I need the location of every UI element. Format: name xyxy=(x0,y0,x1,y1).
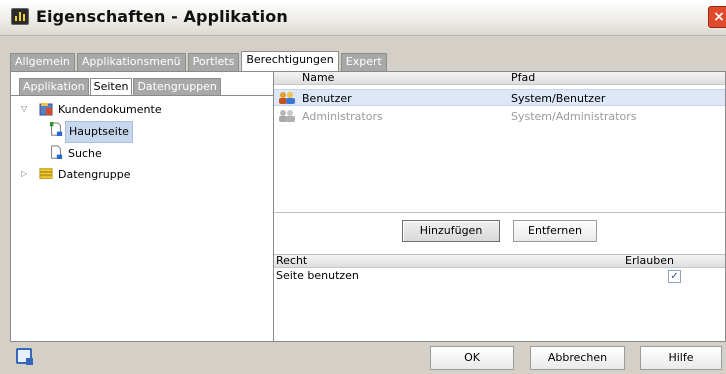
add-button[interactable]: Hinzufügen xyxy=(402,220,500,242)
help-button[interactable]: Hilfe xyxy=(640,346,722,370)
sub-tabstrip: Applikation Seiten Datengruppen xyxy=(19,78,222,95)
main-tabstrip: Allgemein Applikationsmenü Portlets Bere… xyxy=(10,51,389,71)
user-group-icon xyxy=(279,110,295,122)
member-row-benutzer[interactable]: Benutzer System/Benutzer xyxy=(274,89,725,106)
user-group-icon xyxy=(279,92,295,104)
window-icon[interactable] xyxy=(16,348,33,365)
allow-checkbox[interactable]: ✓ xyxy=(668,270,681,283)
tree-item-datengruppe[interactable]: ▷ Datengruppe xyxy=(17,165,217,183)
title-bar: Eigenschaften - Applikation × xyxy=(0,0,726,36)
member-name: Benutzer xyxy=(302,92,352,105)
subtab-applikation[interactable]: Applikation xyxy=(19,78,89,95)
rights-header: Recht Erlauben xyxy=(274,255,725,268)
tree-label: Suche xyxy=(68,147,102,160)
cancel-button[interactable]: Abbrechen xyxy=(530,346,625,370)
tab-applikationsmenue[interactable]: Applikationsmenü xyxy=(76,53,186,71)
permissions-pane: Name Pfad Benutzer System/Benutzer Admin… xyxy=(274,72,725,341)
tab-expert[interactable]: Expert xyxy=(340,53,387,71)
tree-label: Datengruppe xyxy=(58,168,131,181)
column-header-recht[interactable]: Recht xyxy=(276,255,307,267)
members-header: Name Pfad xyxy=(274,72,725,85)
rights-table: Recht Erlauben Seite benutzen ✓ xyxy=(274,254,725,341)
application-icon xyxy=(11,8,29,25)
tree-item-kundendokumente[interactable]: ▽ Kundendokumente xyxy=(17,100,257,118)
tab-content: Applikation Seiten Datengruppen ▽ Kunden… xyxy=(10,71,726,342)
tab-allgemein[interactable]: Allgemein xyxy=(10,53,75,71)
tree-label: Kundendokumente xyxy=(58,103,162,116)
ok-button[interactable]: OK xyxy=(430,346,514,370)
page-icon xyxy=(51,145,63,159)
column-header-name[interactable]: Name xyxy=(302,72,334,84)
member-name: Administrators xyxy=(302,110,383,123)
member-path: System/Benutzer xyxy=(511,92,606,105)
database-icon xyxy=(39,168,53,179)
right-label: Seite benutzen xyxy=(276,269,359,282)
window-title: Eigenschaften - Applikation xyxy=(36,7,288,26)
page-tree: ▽ Kundendokumente Hauptseite Suche ▷ Dat… xyxy=(11,95,273,341)
folder-document-icon xyxy=(39,103,53,116)
remove-button[interactable]: Entfernen xyxy=(513,220,597,242)
right-row-seite-benutzen: Seite benutzen ✓ xyxy=(274,268,725,284)
tab-portlets[interactable]: Portlets xyxy=(187,53,240,71)
subtab-datengruppen[interactable]: Datengruppen xyxy=(133,78,221,95)
tree-item-hauptseite[interactable]: Hauptseite xyxy=(49,121,169,143)
tree-item-suche[interactable]: Suche xyxy=(49,144,169,162)
pages-pane: Applikation Seiten Datengruppen ▽ Kunden… xyxy=(11,72,274,341)
close-button[interactable]: × xyxy=(708,6,726,28)
expanded-arrow-icon[interactable]: ▽ xyxy=(21,100,27,118)
column-header-erlauben[interactable]: Erlauben xyxy=(625,255,674,267)
member-path: System/Administrators xyxy=(511,110,637,123)
tab-berechtigungen[interactable]: Berechtigungen xyxy=(241,51,339,71)
member-actions: Hinzufügen Entfernen xyxy=(274,212,725,254)
column-header-pfad[interactable]: Pfad xyxy=(511,72,535,84)
collapsed-arrow-icon[interactable]: ▷ xyxy=(21,165,27,183)
tree-label: Hauptseite xyxy=(65,121,133,143)
page-start-icon xyxy=(49,122,63,136)
member-row-administrators[interactable]: Administrators System/Administrators xyxy=(274,108,725,125)
subtab-seiten[interactable]: Seiten xyxy=(89,78,133,95)
